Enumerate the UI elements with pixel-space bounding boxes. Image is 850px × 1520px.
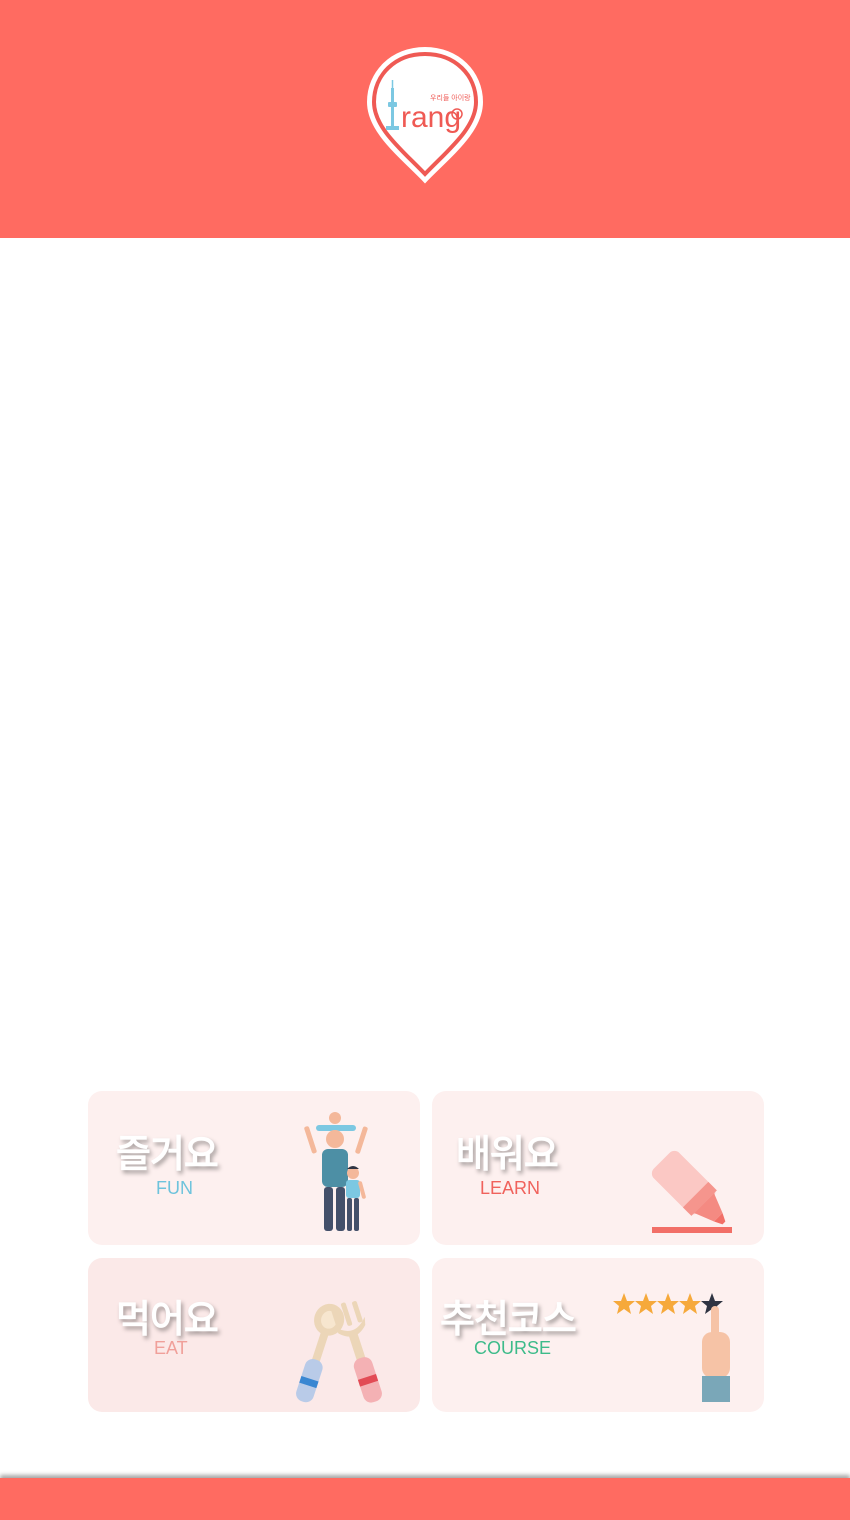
menu-card-subtitle: LEARN: [480, 1178, 541, 1198]
app-logo[interactable]: rang 우리들 아이랑: [364, 44, 486, 186]
family-icon: [304, 1112, 368, 1231]
menu-card-title: 먹어요: [116, 1297, 219, 1341]
logo-tagline: 우리들 아이랑: [430, 93, 471, 102]
app-footer: [0, 1478, 850, 1520]
logo-wordmark: rang: [401, 101, 461, 134]
menu-card-title: 즐거요: [116, 1132, 219, 1176]
menu-card-learn[interactable]: 배워요 LEARN: [432, 1091, 764, 1245]
menu-card-title: 배워요: [456, 1132, 559, 1176]
menu-card-title: 추천코스: [440, 1297, 577, 1341]
menu-card-eat[interactable]: 먹어요 EAT: [88, 1258, 420, 1412]
marker-pen-icon: [651, 1150, 732, 1233]
app-header: rang 우리들 아이랑: [0, 0, 850, 238]
spoon-fork-icon: [296, 1301, 382, 1403]
rating-stars-hand-icon: [613, 1293, 730, 1402]
menu-card-subtitle: EAT: [154, 1338, 188, 1358]
menu-card-subtitle: FUN: [156, 1178, 193, 1198]
menu-card-fun[interactable]: 즐거요 FUN: [88, 1091, 420, 1245]
menu-card-subtitle: COURSE: [474, 1338, 552, 1358]
menu-card-course[interactable]: 추천코스 COURSE: [432, 1258, 764, 1412]
